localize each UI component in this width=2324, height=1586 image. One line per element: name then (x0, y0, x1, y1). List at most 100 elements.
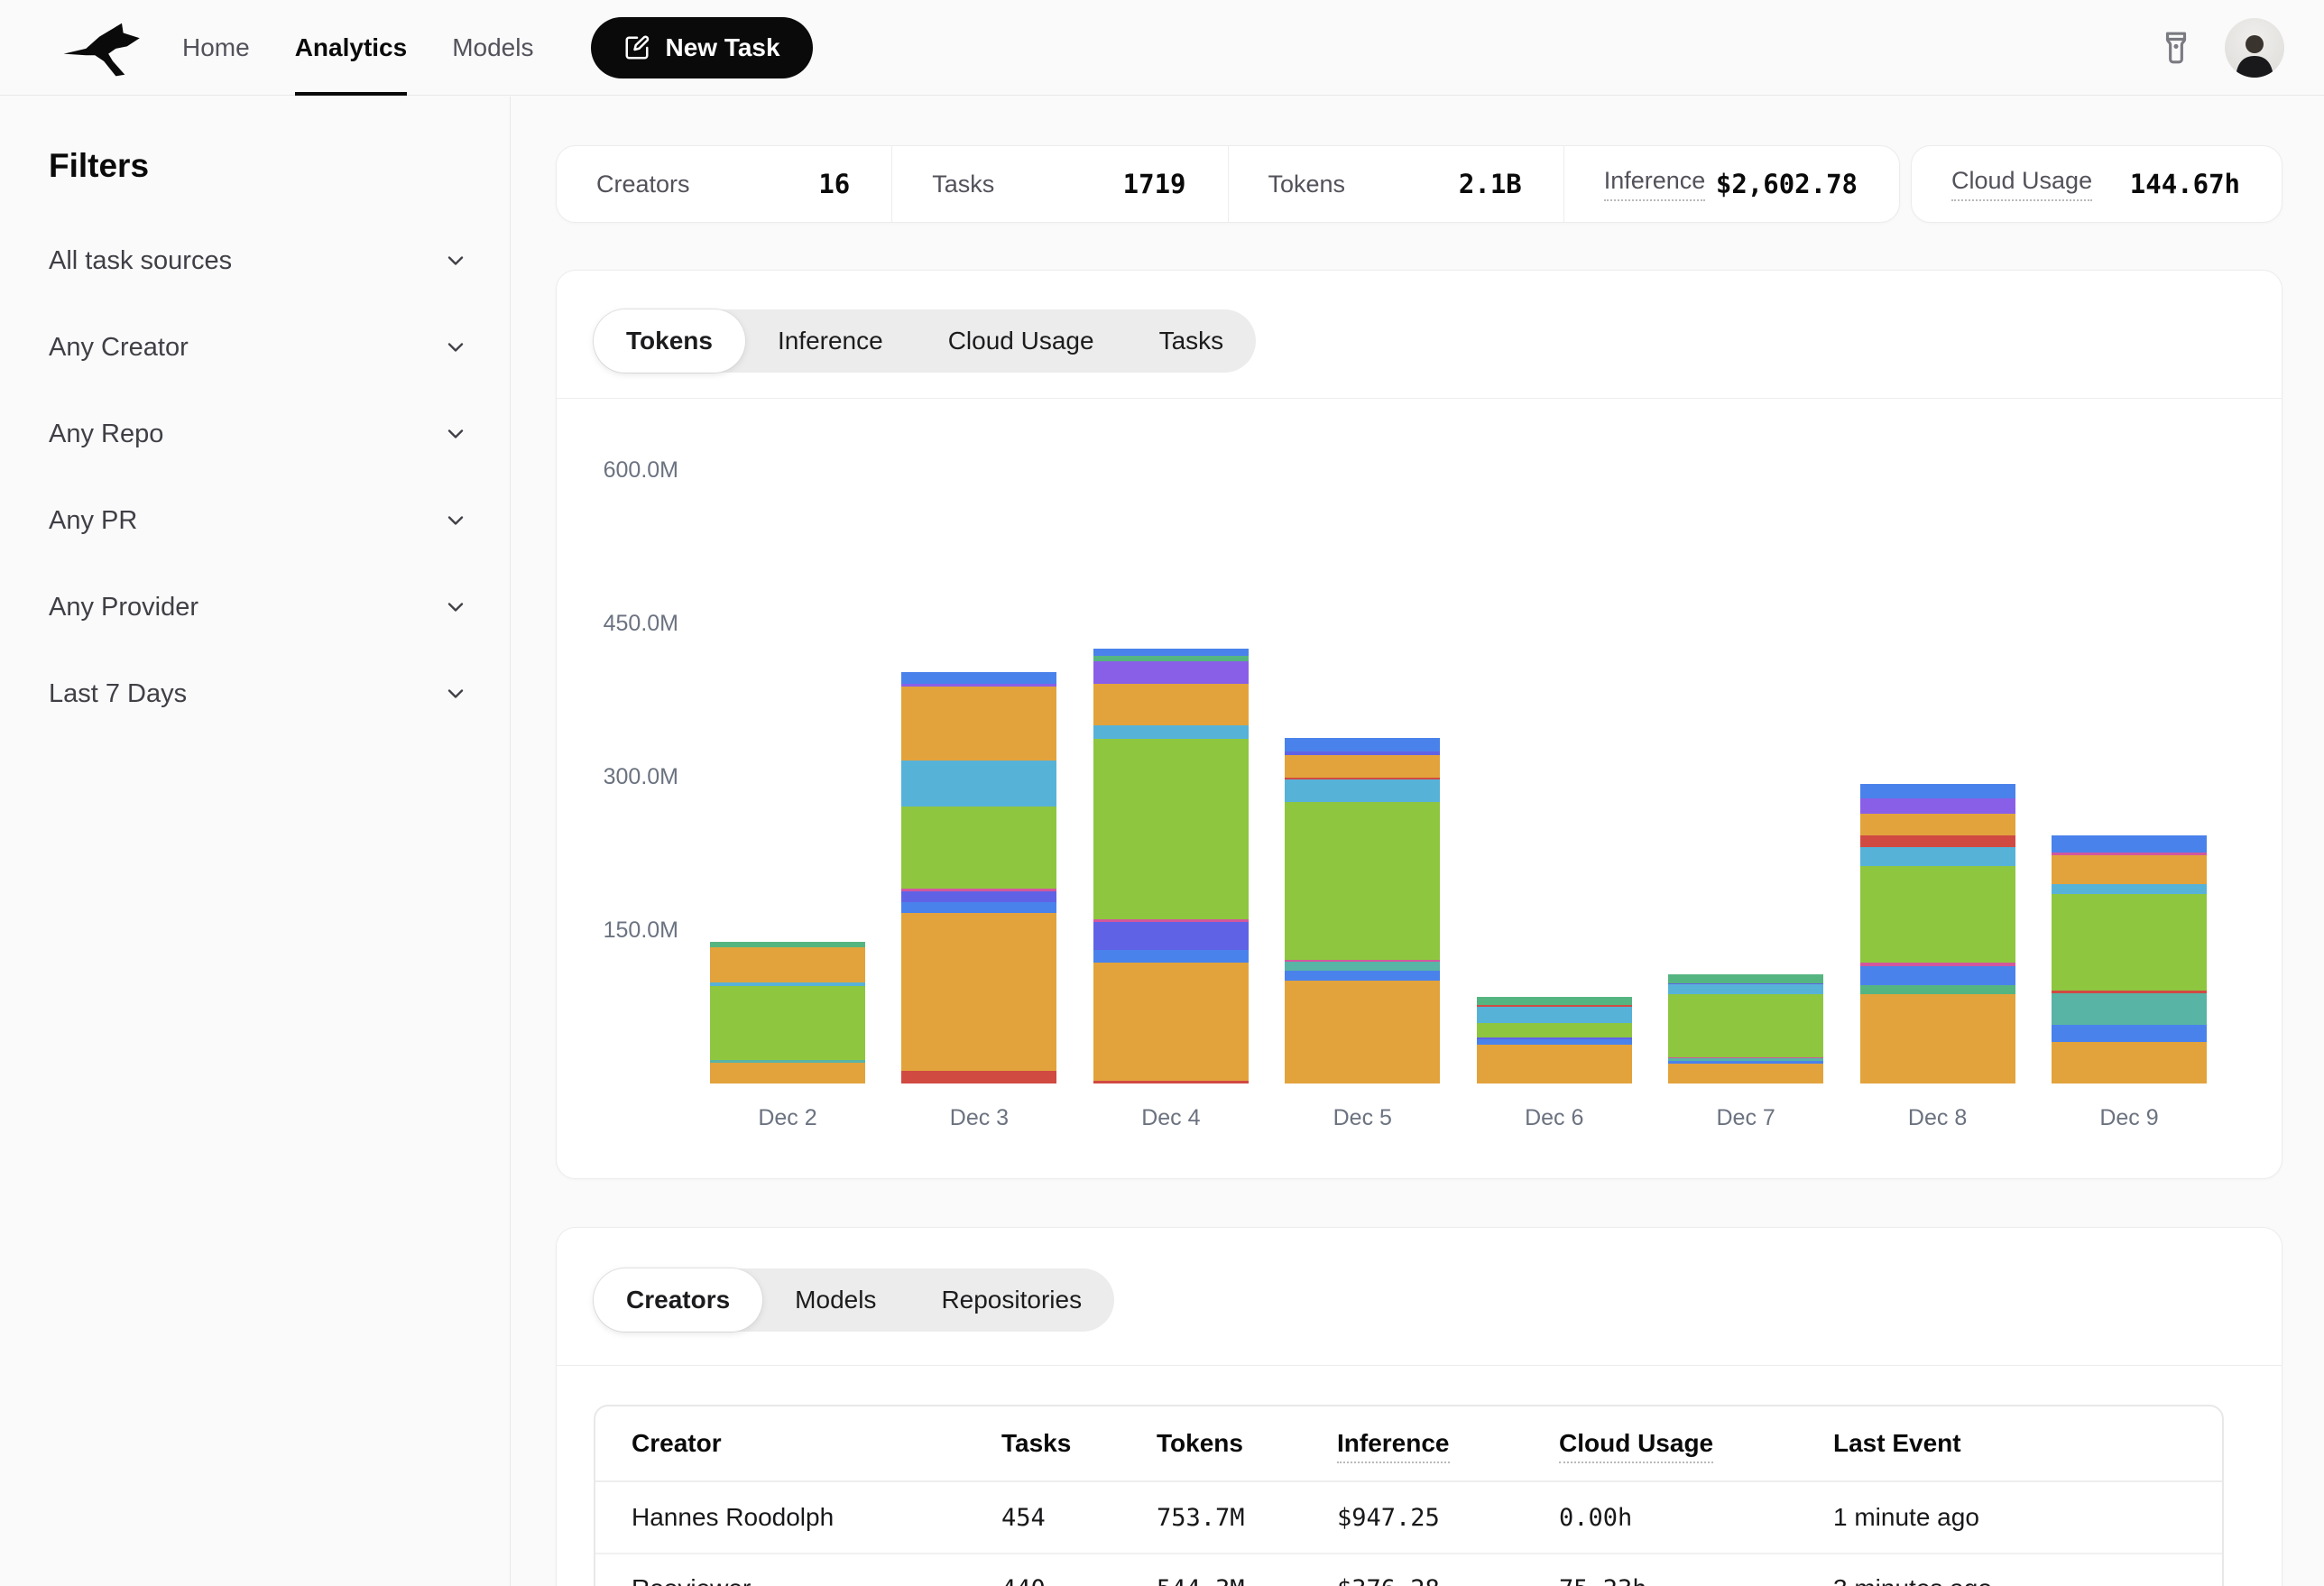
bar-segment-green (1860, 866, 2015, 964)
cell-last-event: 1 minute ago (1833, 1503, 2186, 1532)
divider (557, 1365, 2282, 1366)
col-inference[interactable]: Inference (1337, 1429, 1450, 1458)
nav-link-models[interactable]: Models (452, 0, 533, 95)
nav-links: Home Analytics Models (182, 0, 578, 95)
tab-models[interactable]: Models (762, 1268, 908, 1332)
chevron-down-icon (443, 595, 468, 620)
bar-segment-blue (1093, 649, 1249, 656)
stacked-bar-dec-7[interactable] (1668, 974, 1823, 1083)
tab-repositories[interactable]: Repositories (908, 1268, 1114, 1332)
filters-title: Filters (49, 147, 468, 185)
x-axis-label: Dec 7 (1668, 1105, 1823, 1131)
bar-segment-green (1668, 994, 1823, 1056)
bar-segment-purple (1093, 661, 1249, 684)
table-row[interactable]: Hannes Roodolph 454 753.7M $947.25 0.00h… (595, 1482, 2222, 1553)
filter-provider[interactable]: Any Provider (49, 589, 468, 625)
top-nav: Home Analytics Models New Task (0, 0, 2324, 96)
bar-segment-blue (2052, 835, 2207, 853)
stat-tokens: Tokens 2.1B (1228, 146, 1563, 222)
kangaroo-logo-icon[interactable] (52, 13, 161, 83)
bar-segment-orange (1860, 814, 2015, 835)
stat-cloud-usage: Cloud Usage 144.67h (1912, 146, 2282, 222)
y-axis-tick: 150.0M (557, 917, 678, 944)
cell-tokens: 753.7M (1157, 1504, 1337, 1532)
bar-segment-blue (901, 672, 1056, 683)
stat-cloud-usage-card: Cloud Usage 144.67h (1911, 145, 2282, 223)
edit-icon (623, 34, 650, 61)
chart-tab-tasks[interactable]: Tasks (1127, 309, 1257, 373)
filter-repo[interactable]: Any Repo (49, 416, 468, 452)
chevron-down-icon (443, 508, 468, 533)
cell-tasks: 440 (1001, 1575, 1157, 1586)
bar-segment-blue (1285, 971, 1440, 980)
stacked-bar-dec-3[interactable] (901, 672, 1056, 1083)
breakdown-card: Creators Models Repositories Creator Tas… (556, 1227, 2282, 1586)
bar-segment-cyan (901, 761, 1056, 807)
new-task-button[interactable]: New Task (591, 17, 812, 78)
stacked-bar-dec-2[interactable] (710, 942, 865, 1083)
cell-cloud-usage: 0.00h (1559, 1504, 1833, 1532)
filter-pr[interactable]: Any PR (49, 503, 468, 539)
stat-inference: Inference $2,602.78 (1563, 146, 1899, 222)
bar-segment-blue (1860, 784, 2015, 798)
chart-plot: 150.0M300.0M450.0M600.0MDec 2Dec 3Dec 4D… (557, 398, 2282, 1083)
chart-tab-inference[interactable]: Inference (745, 309, 916, 373)
table-header: Creator Tasks Tokens Inference Cloud Usa… (595, 1406, 2222, 1482)
bar-segment-blue (1285, 738, 1440, 752)
bar-segment-orange (901, 687, 1056, 761)
user-avatar[interactable] (2225, 18, 2284, 78)
bar-segment-orange (1093, 684, 1249, 725)
stacked-bar-dec-6[interactable] (1477, 997, 1632, 1083)
creators-table: Creator Tasks Tokens Inference Cloud Usa… (594, 1405, 2224, 1586)
stat-creators: Creators 16 (557, 146, 891, 222)
cell-inference: $947.25 (1337, 1504, 1559, 1532)
stacked-bar-dec-8[interactable] (1860, 784, 2015, 1083)
y-axis-tick: 300.0M (557, 764, 678, 790)
bar-segment-orange (710, 947, 865, 982)
cell-inference: $376.28 (1337, 1575, 1559, 1586)
bar-segment-seagreen (1860, 985, 2015, 994)
x-axis-label: Dec 9 (2052, 1105, 2207, 1131)
bar-segment-orange (2052, 1042, 2207, 1083)
stat-tasks: Tasks 1719 (891, 146, 1227, 222)
flashlight-icon[interactable] (2156, 28, 2196, 68)
stacked-bar-dec-5[interactable] (1285, 738, 1440, 1083)
cell-tokens: 544.3M (1157, 1575, 1337, 1586)
col-tasks: Tasks (1001, 1429, 1071, 1458)
bar-segment-cyan (1668, 984, 1823, 994)
stacked-bar-dec-4[interactable] (1093, 649, 1249, 1083)
bar-segment-blue (901, 902, 1056, 912)
x-axis-label: Dec 8 (1860, 1105, 2015, 1131)
bar-segment-green (2052, 894, 2207, 991)
bar-segment-green (1285, 802, 1440, 960)
bar-segment-teal (1285, 962, 1440, 971)
chart-tab-tokens[interactable]: Tokens (594, 309, 745, 373)
bar-segment-seagreen (1477, 997, 1632, 1005)
x-axis-label: Dec 6 (1477, 1105, 1632, 1131)
x-axis-label: Dec 5 (1285, 1105, 1440, 1131)
bar-segment-cyan (1093, 725, 1249, 739)
nav-link-analytics[interactable]: Analytics (295, 0, 408, 95)
bar-segment-teal (2052, 993, 2207, 1025)
chart-card: Tokens Inference Cloud Usage Tasks 150.0… (556, 270, 2282, 1179)
tab-creators[interactable]: Creators (594, 1268, 762, 1332)
bar-segment-purple (1860, 798, 2015, 814)
col-cloud-usage[interactable]: Cloud Usage (1559, 1429, 1713, 1458)
bar-segment-orange (1668, 1064, 1823, 1083)
filter-creator[interactable]: Any Creator (49, 329, 468, 365)
table-row[interactable]: Rooviewer 440 544.3M $376.28 75.23h 3 mi… (595, 1553, 2222, 1586)
bar-segment-cyan (1860, 847, 2015, 865)
nav-link-home[interactable]: Home (182, 0, 250, 95)
bar-segment-cyan (2052, 884, 2207, 894)
chevron-down-icon (443, 335, 468, 360)
chart-tab-cloud-usage[interactable]: Cloud Usage (916, 309, 1127, 373)
stacked-bar-dec-9[interactable] (2052, 835, 2207, 1083)
filter-task-sources[interactable]: All task sources (49, 243, 468, 279)
bar-segment-cyan (1285, 779, 1440, 802)
bar-segment-green (901, 807, 1056, 889)
chart-metric-tabs: Tokens Inference Cloud Usage Tasks (594, 309, 1256, 373)
bar-segment-seagreen (1668, 974, 1823, 983)
y-axis-tick: 600.0M (557, 457, 678, 484)
filter-date-range[interactable]: Last 7 Days (49, 676, 468, 712)
chevron-down-icon (443, 421, 468, 447)
